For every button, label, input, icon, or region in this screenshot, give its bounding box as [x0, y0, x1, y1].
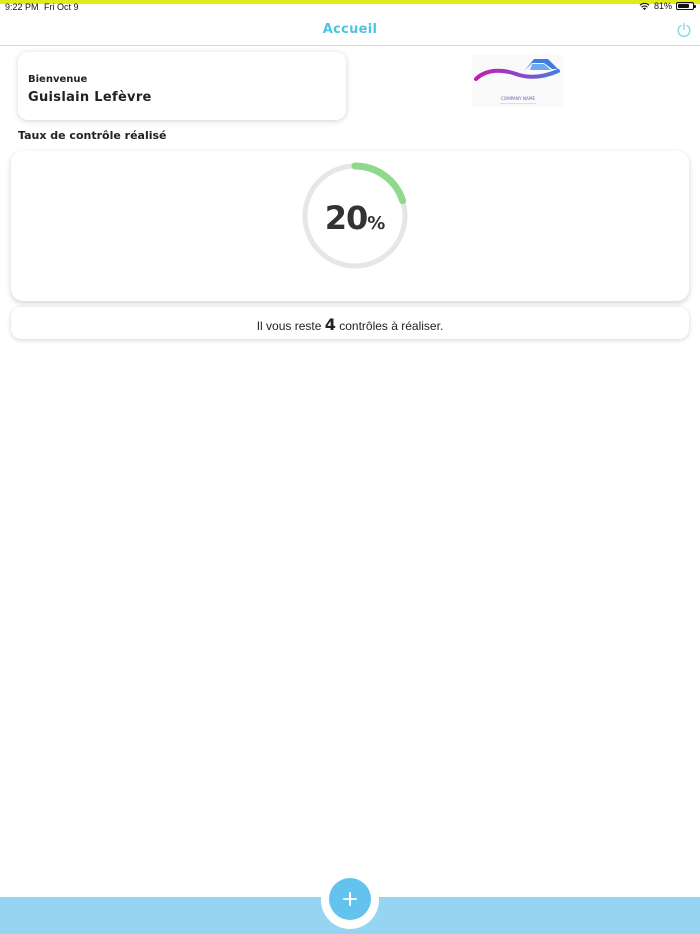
remaining-controls-banner: Il vous reste 4 contrôles à réaliser. — [11, 307, 689, 339]
progress-unit: % — [367, 213, 386, 234]
status-indicators: 81% — [639, 1, 696, 11]
wifi-icon — [639, 2, 650, 10]
remaining-text: Il vous reste 4 contrôles à réaliser. — [11, 315, 689, 334]
progress-value: 20 — [324, 199, 369, 237]
progress-percentage: 20% — [299, 199, 411, 237]
company-name-text: COMPANY NAME — [501, 96, 536, 101]
status-bar: 9:22 PM Fri Oct 9 81% — [0, 1, 700, 13]
welcome-card: Bienvenue Guislain Lefèvre — [18, 52, 346, 120]
battery-icon — [676, 2, 696, 10]
remaining-prefix: Il vous reste — [256, 319, 325, 333]
status-date: Fri Oct 9 — [44, 2, 79, 12]
remaining-suffix: contrôles à réaliser. — [335, 319, 444, 333]
power-icon[interactable] — [676, 22, 692, 38]
add-button[interactable] — [329, 878, 371, 920]
remaining-count: 4 — [324, 315, 336, 334]
battery-percent: 81% — [653, 1, 672, 11]
battery-level — [678, 4, 690, 8]
section-title: Taux de contrôle réalisé — [18, 129, 167, 142]
welcome-label: Bienvenue — [28, 74, 88, 85]
page-title: Accueil — [322, 22, 378, 37]
plus-icon — [343, 892, 357, 906]
status-time: 9:22 PM — [5, 2, 39, 12]
user-name: Guislain Lefèvre — [28, 90, 152, 105]
nav-bar: Accueil — [0, 14, 700, 46]
progress-card: 20% — [11, 151, 689, 301]
company-logo: COMPANY NAME — [472, 55, 564, 107]
